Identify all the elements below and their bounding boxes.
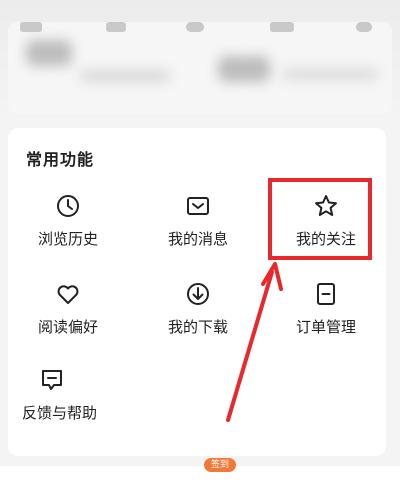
message-box-icon — [187, 197, 209, 215]
star-icon — [315, 195, 337, 216]
item-my-follows[interactable]: 我的关注 — [266, 192, 386, 272]
item-label: 订单管理 — [295, 318, 356, 336]
clock-icon — [57, 195, 79, 217]
item-label: 浏览历史 — [37, 230, 98, 248]
nav-books-icon[interactable] — [106, 22, 126, 32]
item-label: 我的下载 — [167, 318, 228, 336]
item-reading-preference[interactable]: 阅读偏好 — [8, 280, 128, 360]
bottom-nav — [0, 466, 400, 496]
checkin-badge: 签到 — [204, 458, 236, 472]
nav-checkin-icon[interactable] — [186, 22, 204, 32]
blurred-stat-2 — [218, 56, 270, 82]
item-label: 阅读偏好 — [37, 318, 98, 336]
item-browse-history[interactable]: 浏览历史 — [8, 192, 128, 272]
section-title: 常用功能 — [26, 150, 95, 169]
common-functions-card: 常用功能 浏览历史 我的消息 我的关注 阅读偏好 我的下载 订单管理 反馈与帮助 — [8, 128, 386, 456]
nav-profile-icon[interactable] — [356, 22, 372, 32]
item-label: 反馈与帮助 — [22, 404, 98, 422]
feedback-icon — [42, 370, 62, 390]
blurred-stat-1 — [26, 40, 72, 66]
item-order-management[interactable]: 订单管理 — [266, 280, 386, 360]
item-my-messages[interactable]: 我的消息 — [138, 192, 258, 272]
order-doc-icon — [317, 283, 335, 305]
nav-shelf-icon[interactable] — [270, 22, 294, 32]
blurred-stat-2-label — [282, 68, 378, 80]
heart-icon — [57, 285, 79, 304]
nav-home-icon[interactable] — [20, 22, 42, 32]
item-label: 我的关注 — [295, 230, 356, 248]
item-my-downloads[interactable]: 我的下载 — [138, 280, 258, 360]
download-icon — [187, 283, 209, 305]
item-label: 我的消息 — [167, 230, 228, 248]
blurred-stat-1-label — [80, 70, 170, 82]
item-feedback-help[interactable]: 反馈与帮助 — [22, 366, 142, 446]
